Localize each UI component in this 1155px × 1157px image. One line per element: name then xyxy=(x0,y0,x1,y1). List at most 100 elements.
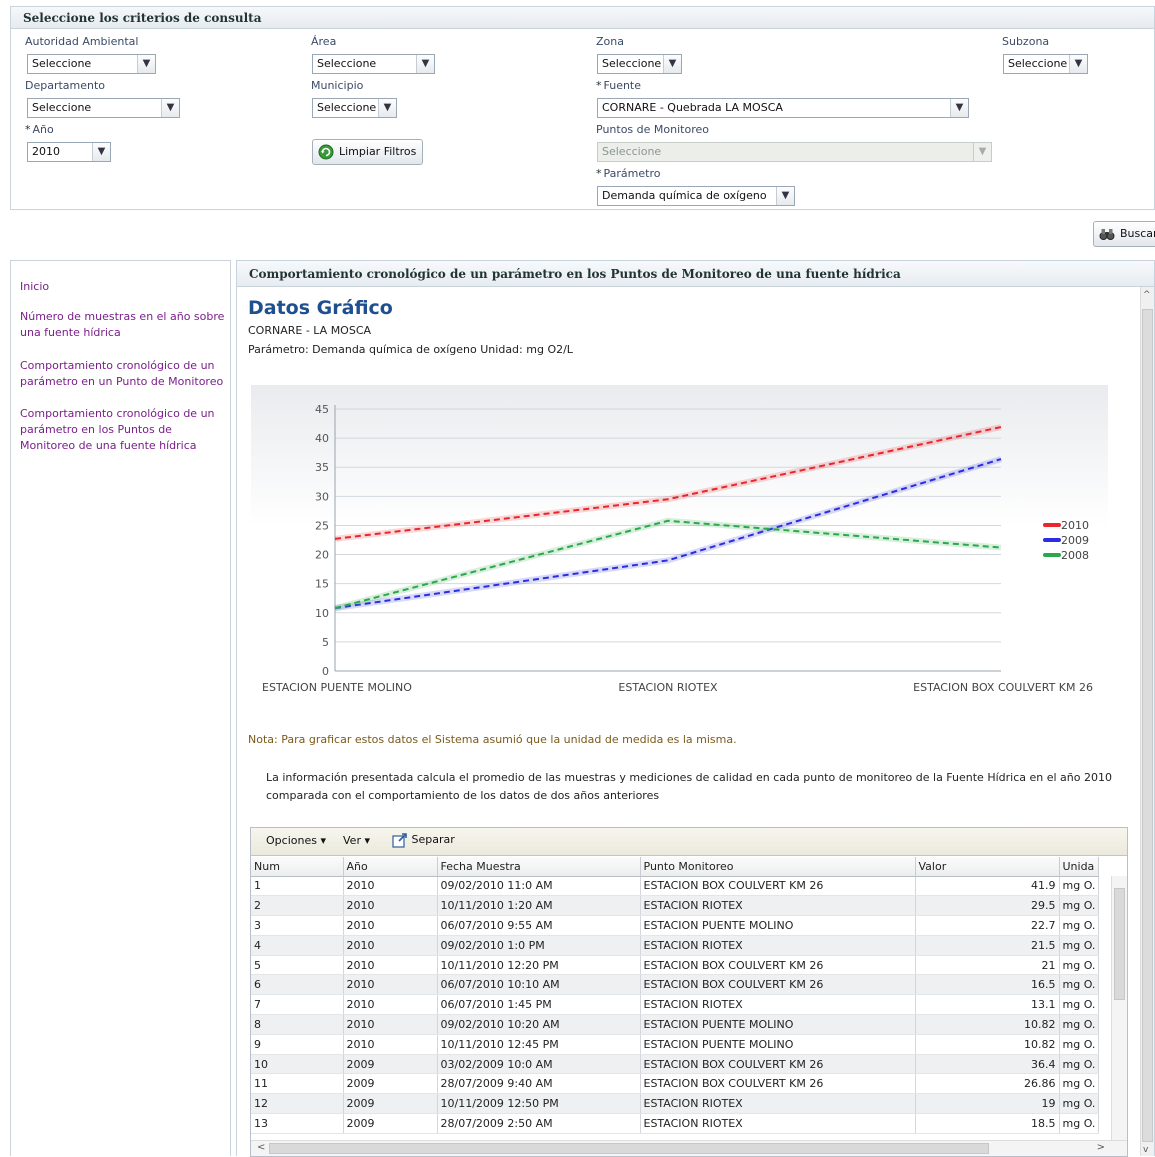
table-hscroll-thumb[interactable] xyxy=(269,1143,989,1154)
nav-item-inicio[interactable]: Inicio xyxy=(20,279,225,295)
cell-punto: ESTACION BOX COULVERT KM 26 xyxy=(640,876,916,897)
cell-fecha: 28/07/2009 9:40 AM xyxy=(437,1073,641,1095)
limpiar-filtros-label: Limpiar Filtros xyxy=(339,145,417,158)
cell-punto: ESTACION BOX COULVERT KM 26 xyxy=(640,974,916,996)
legend-label-2008: 2008 xyxy=(1061,549,1089,562)
col-header-unidad[interactable]: Unida xyxy=(1059,857,1100,877)
cell-anio: 2009 xyxy=(343,1093,438,1115)
scroll-left-icon[interactable]: < xyxy=(257,1142,265,1153)
cell-valor: 10.82 xyxy=(915,1014,1060,1035)
autoridad-select[interactable]: Seleccione ▼ xyxy=(27,54,156,74)
opciones-menu[interactable]: Opciones ▾ xyxy=(266,834,326,847)
fuente-label-text: Fuente xyxy=(603,79,642,92)
subzona-select[interactable]: Seleccione ▼ xyxy=(1003,54,1088,74)
col-header-num[interactable]: Num xyxy=(251,857,344,877)
table-row[interactable]: 7 2010 06/07/2010 1:45 PM ESTACION RIOTEX 13… xyxy=(251,994,1100,1016)
cell-num: 5 xyxy=(251,955,344,976)
y-tick-label: 35 xyxy=(315,461,329,474)
zona-value: Seleccione xyxy=(602,57,662,70)
departamento-value: Seleccione xyxy=(32,101,92,114)
table-vertical-scrollbar[interactable] xyxy=(1111,876,1127,1140)
chevron-down-icon: ▼ xyxy=(776,187,794,205)
cell-anio: 2010 xyxy=(343,994,438,1016)
table-row[interactable]: 5 2010 10/11/2010 12:20 PM ESTACION BOX COU… xyxy=(251,955,1100,976)
cell-punto: ESTACION BOX COULVERT KM 26 xyxy=(640,1073,916,1095)
cell-anio: 2009 xyxy=(343,1113,438,1134)
page-heading: Datos Gráfico xyxy=(248,297,393,319)
main-scrollbar[interactable]: ^ v xyxy=(1140,287,1154,1156)
table-horizontal-scrollbar[interactable]: < > xyxy=(251,1140,1127,1156)
cell-fecha: 03/02/2009 10:0 AM xyxy=(437,1054,641,1075)
table-row[interactable]: 3 2010 06/07/2010 9:55 AM ESTACION PUENTE M… xyxy=(251,915,1100,936)
y-tick-label: 30 xyxy=(315,490,329,503)
data-table: Opciones ▾ Ver ▾ Separar Num Año Fecha M… xyxy=(250,827,1128,1157)
cell-unidad: mg O. xyxy=(1059,974,1100,996)
scroll-right-icon[interactable]: > xyxy=(1097,1142,1105,1153)
table-row[interactable]: 11 2009 28/07/2009 9:40 AM ESTACION BOX COU… xyxy=(251,1073,1100,1095)
zona-select[interactable]: Seleccione ▼ xyxy=(597,54,682,74)
scroll-up-icon[interactable]: ^ xyxy=(1143,290,1151,300)
cell-num: 8 xyxy=(251,1014,344,1035)
limpiar-filtros-button[interactable]: Limpiar Filtros xyxy=(312,139,424,165)
required-mark: * xyxy=(596,167,602,180)
cell-unidad: mg O. xyxy=(1059,1054,1100,1075)
main-scrollbar-thumb[interactable] xyxy=(1142,309,1153,1142)
y-tick-label: 45 xyxy=(315,403,329,416)
required-mark: * xyxy=(25,123,31,136)
cell-valor: 22.7 xyxy=(915,915,1060,936)
area-select[interactable]: Seleccione ▼ xyxy=(312,54,435,74)
cell-fecha: 09/02/2010 10:20 AM xyxy=(437,1014,641,1035)
buscar-button[interactable]: Buscar xyxy=(1093,221,1155,247)
table-row[interactable]: 12 2009 10/11/2009 12:50 PM ESTACION RIOTEX… xyxy=(251,1093,1100,1115)
departamento-select[interactable]: Seleccione ▼ xyxy=(27,98,180,118)
col-header-punto[interactable]: Punto Monitoreo xyxy=(640,857,916,877)
nav-item-punto-monitoreo[interactable]: Comportamiento cronológico de un parámet… xyxy=(20,358,225,390)
table-row[interactable]: 4 2010 09/02/2010 1:0 PM ESTACION RIOTEX 21.… xyxy=(251,935,1100,956)
table-row[interactable]: 10 2009 03/02/2009 10:0 AM ESTACION BOX COU… xyxy=(251,1054,1100,1075)
cell-unidad: mg O. xyxy=(1059,915,1100,936)
table-row[interactable]: 13 2009 28/07/2009 2:50 AM ESTACION RIOTEX 1… xyxy=(251,1113,1100,1134)
col-header-fecha[interactable]: Fecha Muestra xyxy=(437,857,641,877)
table-scrollbar-thumb[interactable] xyxy=(1114,888,1125,1000)
table-row[interactable]: 6 2010 06/07/2010 10:10 AM ESTACION BOX COU… xyxy=(251,974,1100,996)
area-label: Área xyxy=(311,35,337,48)
anio-label: * Año xyxy=(25,123,54,136)
cell-punto: ESTACION PUENTE MOLINO xyxy=(640,915,916,936)
y-tick-label: 10 xyxy=(315,607,329,620)
municipio-value: Seleccione xyxy=(317,101,377,114)
cell-punto: ESTACION RIOTEX xyxy=(640,1113,916,1134)
binoculars-icon xyxy=(1099,229,1115,240)
table-row[interactable]: 2 2010 10/11/2010 1:20 AM ESTACION RIOTEX 29… xyxy=(251,895,1100,917)
cell-anio: 2010 xyxy=(343,876,438,897)
ver-menu[interactable]: Ver ▾ xyxy=(343,834,370,847)
separar-button[interactable]: Separar xyxy=(392,832,455,848)
table-row[interactable]: 8 2010 09/02/2010 10:20 AM ESTACION PUENTE … xyxy=(251,1014,1100,1035)
anio-select[interactable]: 2010 ▼ xyxy=(27,142,111,162)
scroll-down-icon[interactable]: v xyxy=(1143,1145,1148,1155)
chevron-down-icon: ▼ xyxy=(92,143,110,161)
cell-unidad: mg O. xyxy=(1059,876,1100,897)
legend-label-2010: 2010 xyxy=(1061,519,1089,532)
parametro-select[interactable]: Demanda química de oxígeno ▼ xyxy=(597,186,795,206)
legend-label-2009: 2009 xyxy=(1061,534,1089,547)
fuente-select[interactable]: CORNARE - Quebrada LA MOSCA ▼ xyxy=(597,98,969,118)
table-row[interactable]: 1 2010 09/02/2010 11:0 AM ESTACION BOX COUL… xyxy=(251,876,1100,897)
buscar-label: Buscar xyxy=(1120,227,1155,240)
subzona-value: Seleccione xyxy=(1008,57,1068,70)
col-header-valor[interactable]: Valor xyxy=(915,857,1060,877)
municipio-select[interactable]: Seleccione ▼ xyxy=(312,98,397,118)
cell-valor: 16.5 xyxy=(915,974,1060,996)
cell-unidad: mg O. xyxy=(1059,955,1100,976)
chart-note: Nota: Para graficar estos datos el Siste… xyxy=(248,733,737,746)
cell-unidad: mg O. xyxy=(1059,1093,1100,1115)
chevron-down-icon: ▼ xyxy=(416,55,434,73)
col-header-anio[interactable]: Año xyxy=(343,857,438,877)
subzona-label: Subzona xyxy=(1002,35,1050,48)
table-header-row: Num Año Fecha Muestra Punto Monitoreo Va… xyxy=(251,857,1100,877)
cell-anio: 2009 xyxy=(343,1073,438,1095)
cell-anio: 2009 xyxy=(343,1054,438,1075)
nav-item-puntos-fuente[interactable]: Comportamiento cronológico de un parámet… xyxy=(20,406,225,454)
nav-item-muestras[interactable]: Número de muestras en el año sobre una f… xyxy=(20,309,225,341)
table-row[interactable]: 9 2010 10/11/2010 12:45 PM ESTACION PUENTE … xyxy=(251,1034,1100,1055)
criteria-title: Seleccione los criterios de consulta xyxy=(11,7,1154,29)
